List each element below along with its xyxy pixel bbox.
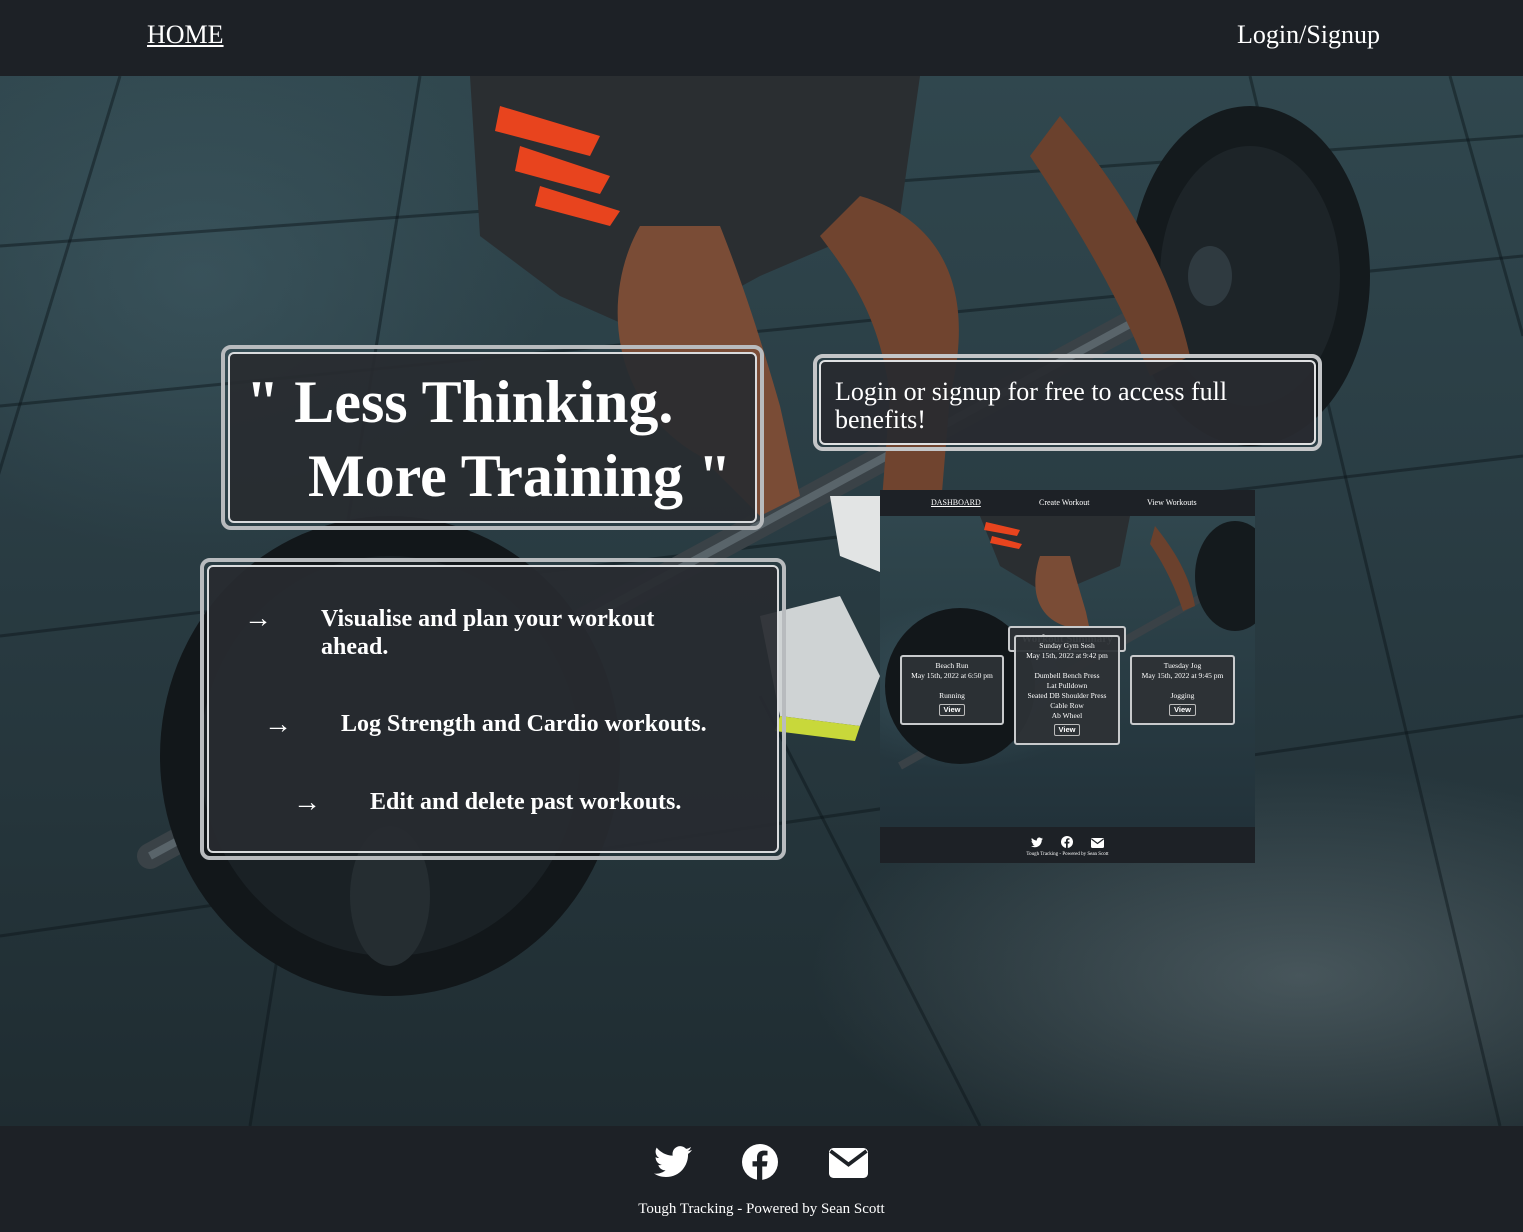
preview-card-date: May 15th, 2022 at 6:50 pm — [911, 671, 993, 680]
preview-card-item: Seated DB Shoulder Press — [1027, 691, 1107, 700]
preview-view-button: View — [1053, 724, 1081, 736]
nav-home-link[interactable]: HOME — [147, 20, 224, 50]
preview-card-item: Running — [939, 691, 965, 700]
facebook-icon — [1061, 835, 1073, 853]
preview-nav-dashboard: DASHBOARD — [931, 498, 981, 507]
feature-item-plan: Visualise and plan your workout ahead. — [321, 606, 655, 660]
quote-panel: " Less Thinking. More Training " — [221, 345, 764, 530]
preview-card-sunday-gym-sesh: Sunday Gym Sesh May 15th, 2022 at 9:42 p… — [1014, 635, 1120, 745]
twitter-icon — [1031, 835, 1043, 853]
preview-card-date: May 15th, 2022 at 9:45 pm — [1141, 671, 1224, 680]
twitter-icon[interactable] — [654, 1146, 692, 1183]
arrow-right-icon: → — [264, 709, 292, 740]
login-prompt-text: Login or signup for free to access full … — [819, 360, 1316, 445]
hero-section: " Less Thinking. More Training " → Visua… — [0, 76, 1523, 1126]
login-prompt-panel: Login or signup for free to access full … — [813, 354, 1322, 451]
nav-login-signup-link[interactable]: Login/Signup — [1237, 20, 1380, 50]
preview-footer-text: Tough Tracking - Powered by Sean Scott — [1026, 852, 1109, 857]
envelope-icon[interactable] — [829, 1148, 868, 1183]
preview-card-item: Cable Row — [1050, 701, 1084, 710]
preview-card-beach-run: Beach Run May 15th, 2022 at 6:50 pm Runn… — [900, 655, 1004, 725]
features-panel: → Visualise and plan your workout ahead.… — [200, 558, 786, 860]
footer-credits-text: Tough Tracking - Powered by Sean Scott — [638, 1201, 885, 1217]
preview-body: Workout Summary Beach Run May 15th, 2022… — [880, 516, 1255, 827]
preview-card-name: Beach Run — [935, 661, 969, 670]
facebook-icon[interactable] — [742, 1144, 778, 1185]
preview-card-tuesday-jog: Tuesday Jog May 15th, 2022 at 9:45 pm Jo… — [1130, 655, 1235, 725]
preview-nav-create-workout: Create Workout — [1039, 498, 1090, 507]
navbar: HOME Login/Signup — [0, 0, 1523, 76]
preview-card-item: Lat Pulldown — [1046, 681, 1088, 690]
preview-card-item: Jogging — [1170, 691, 1195, 700]
preview-card-date: May 15th, 2022 at 9:42 pm — [1026, 651, 1108, 660]
quote-line-2: More Training " — [308, 443, 732, 509]
arrow-right-icon: → — [244, 603, 272, 634]
quote-line-1: " Less Thinking. — [246, 369, 674, 435]
envelope-icon — [1091, 835, 1104, 853]
app-preview-image: DASHBOARD Create Workout View Workouts W… — [880, 490, 1255, 863]
feature-item-edit: Edit and delete past workouts. — [370, 789, 682, 815]
feature-item-log: Log Strength and Cardio workouts. — [341, 711, 707, 737]
preview-card-name: Tuesday Jog — [1163, 661, 1202, 670]
arrow-right-icon: → — [293, 787, 321, 818]
preview-nav-view-workouts: View Workouts — [1147, 498, 1197, 507]
preview-card-item: Ab Wheel — [1051, 711, 1083, 720]
preview-view-button: View — [938, 704, 966, 716]
preview-navbar: DASHBOARD Create Workout View Workouts — [880, 490, 1255, 516]
preview-card-name: Sunday Gym Sesh — [1039, 641, 1095, 650]
preview-view-button: View — [1169, 704, 1196, 716]
preview-card-item: Dumbell Bench Press — [1034, 671, 1100, 680]
preview-footer: Tough Tracking - Powered by Sean Scott — [880, 827, 1255, 863]
footer: Tough Tracking - Powered by Sean Scott — [0, 1126, 1523, 1232]
